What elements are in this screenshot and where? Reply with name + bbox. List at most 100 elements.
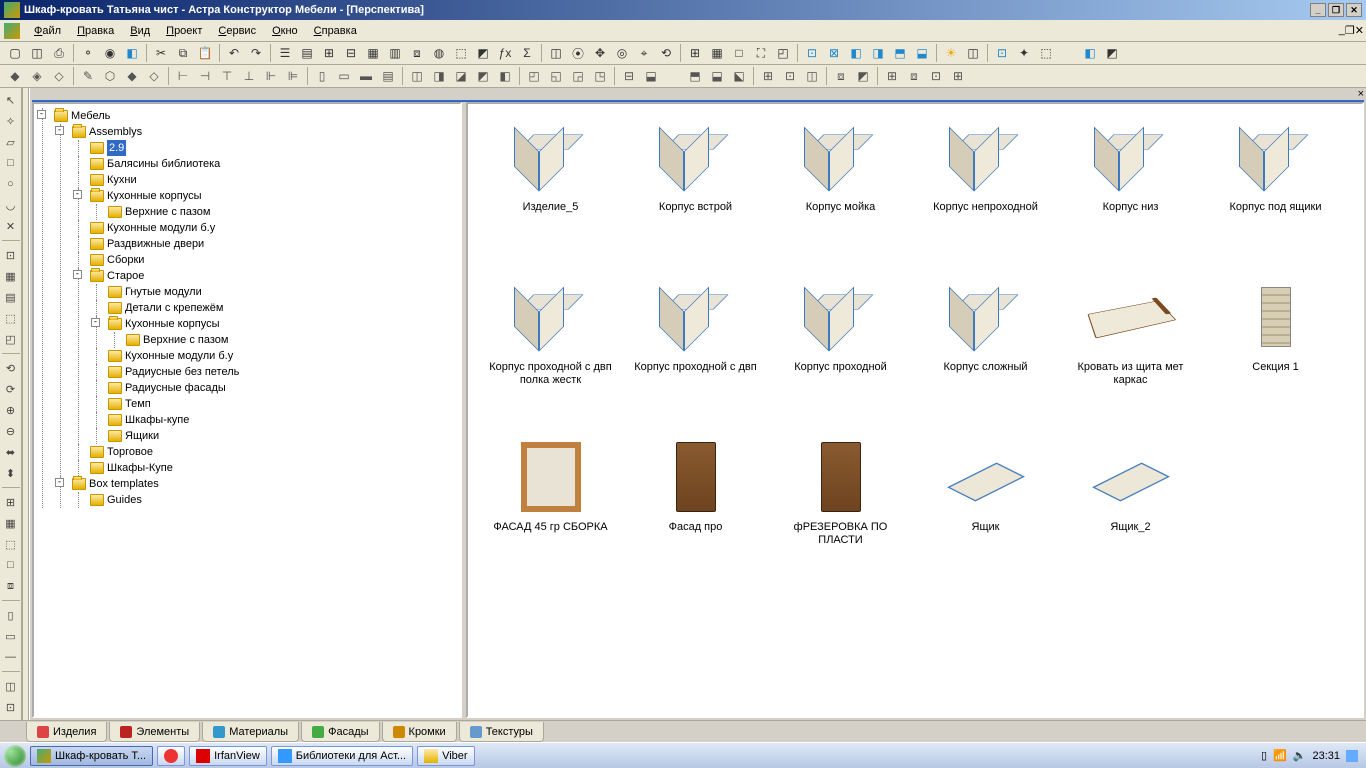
toolbar-button[interactable]: ◈ bbox=[26, 66, 48, 86]
tree-item[interactable]: Ящики bbox=[108, 428, 458, 444]
toolbar-button[interactable]: ⊡ bbox=[925, 66, 947, 86]
toolbar-button[interactable]: ▭ bbox=[333, 66, 355, 86]
menu-file[interactable]: Файл bbox=[26, 23, 69, 39]
toolbar-button[interactable]: ⎙ bbox=[48, 43, 70, 63]
toolbar-button[interactable]: ⊞ bbox=[757, 66, 779, 86]
tree-item[interactable]: Детали с крепежём bbox=[108, 300, 458, 316]
toolbar-button[interactable]: ◫ bbox=[406, 66, 428, 86]
tab-Фасады[interactable]: Фасады bbox=[301, 722, 379, 742]
tree-item[interactable]: Верхние с пазом bbox=[126, 332, 458, 348]
toolbar-button[interactable]: ◇ bbox=[143, 66, 165, 86]
menu-help[interactable]: Справка bbox=[306, 23, 365, 39]
side-tool-button[interactable]: ⊡ bbox=[1, 245, 21, 265]
tree-item[interactable]: Box templates bbox=[72, 476, 458, 492]
tree-expand-icon[interactable]: - bbox=[73, 190, 82, 199]
toolbar-button[interactable]: ◆ bbox=[121, 66, 143, 86]
tree-item[interactable]: Кухни bbox=[90, 172, 458, 188]
side-tool-button[interactable]: □ bbox=[1, 153, 21, 173]
tree-item[interactable]: Раздвижные двери bbox=[90, 236, 458, 252]
tree-expand-icon[interactable]: - bbox=[37, 110, 46, 119]
side-tool-button[interactable]: ◫ bbox=[1, 676, 21, 696]
toolbar-button[interactable]: ⊞ bbox=[684, 43, 706, 63]
side-tool-button[interactable]: ✕ bbox=[1, 216, 21, 236]
tree-expand-icon[interactable]: - bbox=[73, 270, 82, 279]
tree-item[interactable]: Балясины библиотека bbox=[90, 156, 458, 172]
side-tool-button[interactable]: ▦ bbox=[1, 513, 21, 533]
side-tool-button[interactable]: ⬍ bbox=[1, 463, 21, 483]
start-button[interactable] bbox=[4, 745, 26, 767]
library-thumb[interactable]: Корпус низ bbox=[1058, 114, 1203, 264]
library-thumb[interactable]: Корпус под ящики bbox=[1203, 114, 1348, 264]
library-thumb[interactable]: фРЕЗЕРОВКА ПО ПЛАСТИ bbox=[768, 434, 913, 584]
toolbar-button[interactable]: ⊡ bbox=[779, 66, 801, 86]
toolbar-button[interactable]: ◩ bbox=[852, 66, 874, 86]
side-tool-button[interactable]: ⬚ bbox=[1, 308, 21, 328]
toolbar-button[interactable]: ◩ bbox=[1101, 43, 1123, 63]
tree-item[interactable]: Мебель bbox=[54, 108, 458, 124]
toolbar-button[interactable]: ⊞ bbox=[947, 66, 969, 86]
taskbar-item[interactable]: Viber bbox=[417, 746, 474, 766]
toolbar-button[interactable]: ▥ bbox=[384, 43, 406, 63]
library-thumb[interactable]: Корпус мойка bbox=[768, 114, 913, 264]
toolbar-button[interactable]: ▬ bbox=[355, 66, 377, 86]
toolbar-button[interactable]: ▯ bbox=[311, 66, 333, 86]
side-tool-button[interactable]: ▦ bbox=[1, 266, 21, 286]
tree-item[interactable]: Гнутые модули bbox=[108, 284, 458, 300]
toolbar-button[interactable]: ⬒ bbox=[889, 43, 911, 63]
toolbar-button[interactable]: ⊞ bbox=[318, 43, 340, 63]
toolbar-button[interactable]: ⚬ bbox=[77, 43, 99, 63]
toolbar-button[interactable]: ◩ bbox=[472, 66, 494, 86]
toolbar-button[interactable]: ⦿ bbox=[567, 43, 589, 63]
toolbar-button[interactable]: ⟲ bbox=[655, 43, 677, 63]
toolbar-button[interactable]: ⛶ bbox=[750, 43, 772, 63]
toolbar-button[interactable]: ◍ bbox=[428, 43, 450, 63]
tray-icon[interactable] bbox=[1346, 750, 1358, 762]
tree-item[interactable]: 2.9 bbox=[90, 140, 458, 156]
toolbar-button[interactable]: ◨ bbox=[428, 66, 450, 86]
toolbar-button[interactable]: ◇ bbox=[48, 66, 70, 86]
menu-edit[interactable]: Правка bbox=[69, 23, 122, 39]
toolbar-button[interactable]: ↶ bbox=[223, 43, 245, 63]
toolbar-button[interactable]: ◨ bbox=[867, 43, 889, 63]
tree-item[interactable]: Сборки bbox=[90, 252, 458, 268]
side-tool-button[interactable]: ▯ bbox=[1, 605, 21, 625]
side-tool-button[interactable]: □ bbox=[1, 555, 21, 575]
toolbar-button[interactable]: ◰ bbox=[772, 43, 794, 63]
tab-Кромки[interactable]: Кромки bbox=[382, 722, 457, 742]
toolbar-button[interactable]: ⬕ bbox=[728, 66, 750, 86]
tab-Элементы[interactable]: Элементы bbox=[109, 722, 200, 742]
library-thumb[interactable]: Секция 1 bbox=[1203, 274, 1348, 424]
side-tool-button[interactable]: ◡ bbox=[1, 195, 21, 215]
side-tool-button[interactable]: ⊖ bbox=[1, 421, 21, 441]
library-thumb[interactable]: ФАСАД 45 гр СБОРКА bbox=[478, 434, 623, 584]
tree-expand-icon[interactable]: - bbox=[55, 478, 64, 487]
tree-expand-icon[interactable]: - bbox=[55, 126, 64, 135]
library-thumb[interactable]: Корпус проходной с двп полка жестк bbox=[478, 274, 623, 424]
toolbar-button[interactable]: ◪ bbox=[450, 66, 472, 86]
toolbar-button[interactable]: ⬒ bbox=[684, 66, 706, 86]
toolbar-button[interactable]: ⬡ bbox=[99, 66, 121, 86]
toolbar-button[interactable]: ◫ bbox=[962, 43, 984, 63]
tray-volume-icon[interactable]: 🔈 bbox=[1293, 749, 1307, 762]
tree-item[interactable]: Шкафы-купе bbox=[108, 412, 458, 428]
toolbar-button[interactable]: ◧ bbox=[494, 66, 516, 86]
side-tool-button[interactable]: ✧ bbox=[1, 111, 21, 131]
toolbar-button[interactable]: ✦ bbox=[1013, 43, 1035, 63]
tree-expand-icon[interactable]: - bbox=[91, 318, 100, 327]
side-tool-button[interactable]: ⬚ bbox=[1, 534, 21, 554]
toolbar-button[interactable]: ⊟ bbox=[618, 66, 640, 86]
toolbar-button[interactable]: ⧉ bbox=[172, 43, 194, 63]
side-tool-button[interactable]: ⧈ bbox=[1, 576, 21, 596]
menu-project[interactable]: Проект bbox=[158, 23, 210, 39]
library-thumb[interactable]: Корпус проходной bbox=[768, 274, 913, 424]
menu-window[interactable]: Окно bbox=[264, 23, 306, 39]
toolbar-button[interactable]: ◆ bbox=[4, 66, 26, 86]
toolbar-button[interactable]: ▢ bbox=[4, 43, 26, 63]
panel-close-icon[interactable]: × bbox=[1358, 88, 1364, 100]
toolbar-button[interactable]: ◫ bbox=[545, 43, 567, 63]
taskbar-item[interactable]: Библиотеки для Аст... bbox=[271, 746, 413, 766]
toolbar-button[interactable]: ⊣ bbox=[194, 66, 216, 86]
tree-item[interactable]: Assemblys bbox=[72, 124, 458, 140]
toolbar-button[interactable]: ⬓ bbox=[640, 66, 662, 86]
toolbar-button[interactable]: ⊞ bbox=[881, 66, 903, 86]
